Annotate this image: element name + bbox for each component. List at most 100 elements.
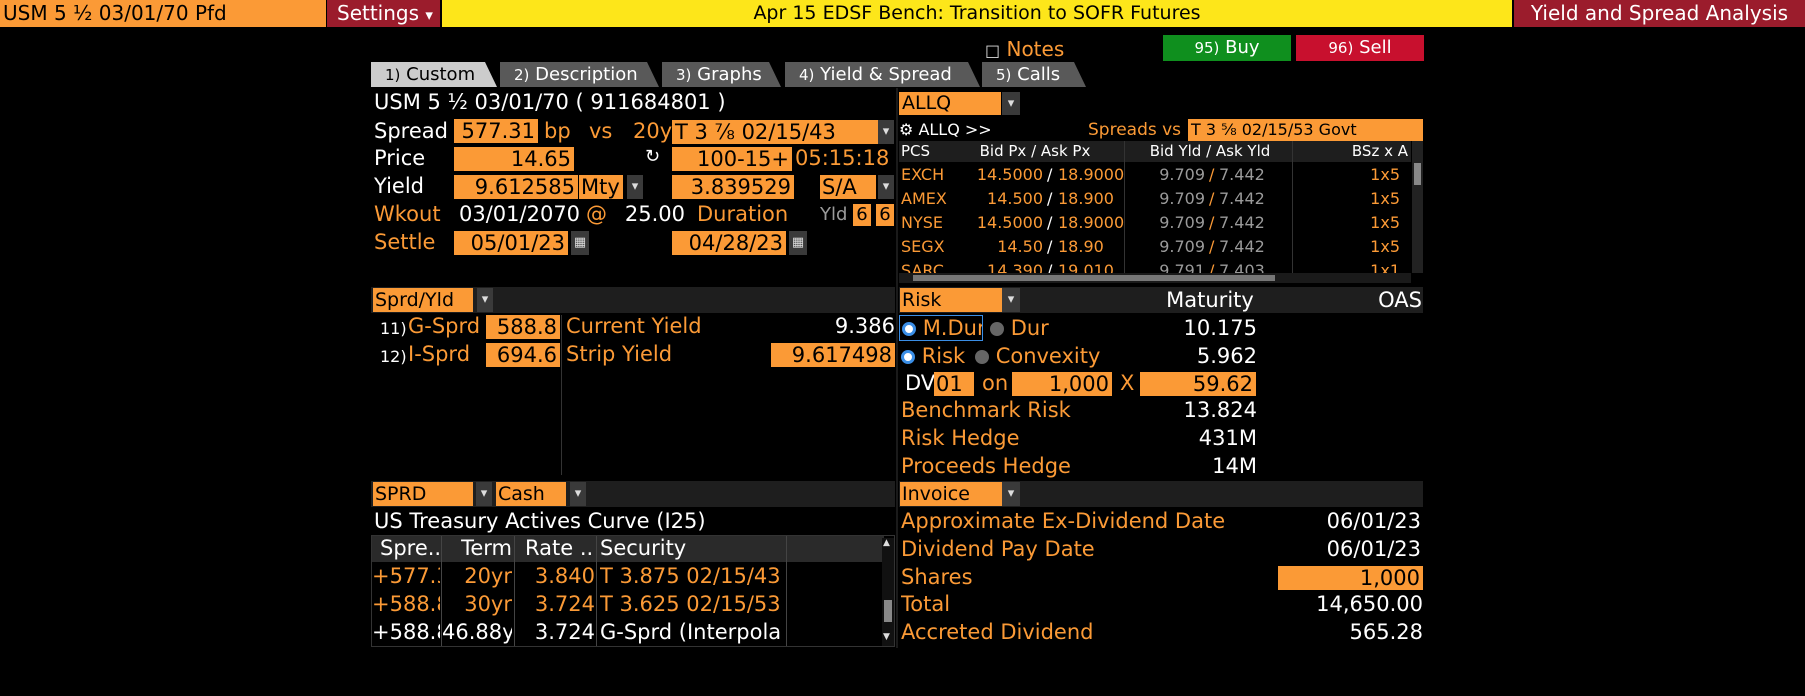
bench-yield-field[interactable]: 3.839529	[672, 175, 794, 199]
bench-price-field[interactable]: 100-15+	[672, 147, 792, 171]
scroll-up-icon[interactable]: ▲	[883, 538, 893, 550]
scroll-thumb[interactable]	[1414, 163, 1421, 185]
curve-col-spread[interactable]: Spre...	[380, 536, 442, 562]
tab-description[interactable]: 2) Description	[500, 62, 659, 87]
buy-button[interactable]: 95) Buy	[1163, 35, 1291, 61]
curve-col-security[interactable]: Security	[600, 536, 780, 562]
price-field[interactable]: 14.65	[454, 147, 574, 171]
yield-type-field[interactable]: Mty	[579, 175, 623, 199]
calendar-icon[interactable]: ▦	[571, 231, 589, 255]
i-sprd-field[interactable]: 694.6	[486, 343, 560, 367]
tab-calls[interactable]: 5) Calls	[982, 62, 1086, 87]
sprd-yld-dropdown[interactable]: ▾	[477, 288, 493, 312]
curve-rate: 3.724	[534, 620, 595, 644]
dur-radio[interactable]: Dur	[990, 316, 1080, 342]
yield-field[interactable]: 9.612585	[454, 175, 578, 199]
yld-a-field[interactable]: 6	[853, 204, 871, 226]
risk-dropdown-field[interactable]: Risk	[900, 288, 1002, 312]
scroll-down-icon[interactable]: ▼	[883, 632, 893, 644]
curve-col-term[interactable]: Term	[450, 536, 512, 562]
tab-yield-spread-label: Yield & Spread	[820, 64, 952, 85]
freq-dropdown[interactable]: ▾	[878, 175, 894, 199]
settings-menu[interactable]: Settings ▾	[327, 0, 440, 27]
quotes-vscrollbar[interactable]	[1412, 141, 1423, 273]
curve-vscrollbar[interactable]: ▲ ▼	[882, 538, 894, 646]
table-row[interactable]: +577.3 20yr 3.840 T 3.875 02/15/43	[372, 564, 784, 590]
security-field[interactable]: USM 5 ½ 03/01/70 Pfd	[0, 0, 326, 27]
dur-label: Dur	[1010, 316, 1049, 340]
strip-yield-field[interactable]: 9.617498	[771, 343, 895, 367]
quotes-col-pcs[interactable]: PCS	[901, 141, 951, 162]
tab-yield-spread[interactable]: 4) Yield & Spread	[785, 62, 980, 87]
security-title: USM 5 ½ 03/01/70 ( 911684801 )	[374, 90, 726, 114]
scroll-thumb[interactable]	[884, 600, 892, 622]
risk-radio[interactable]: Risk	[900, 344, 980, 370]
news-ticker[interactable]: Apr 15 EDSF Bench: Transition to SOFR Fu…	[442, 0, 1512, 27]
maturity-header[interactable]: Maturity	[1130, 288, 1290, 313]
quote-row[interactable]: NYSE 14.5000 / 18.9000 9.709 / 7.442 1x5	[899, 211, 1411, 235]
sprd-dropdown[interactable]: ▾	[476, 482, 492, 506]
radio-selected-icon	[901, 350, 915, 364]
convexity-radio[interactable]: Convexity	[975, 344, 1105, 370]
radio-selected-icon	[902, 322, 916, 336]
chevron-down-icon: ▾	[1007, 486, 1015, 501]
source-dropdown-field[interactable]: ALLQ	[899, 92, 1001, 115]
freq-field[interactable]: S/A	[820, 175, 876, 199]
wkout-at: @	[586, 202, 606, 226]
allq-link[interactable]: ⚙ ALLQ >>	[899, 119, 1009, 141]
quotes-col-size[interactable]: BSz x A	[1330, 141, 1408, 162]
quote-row[interactable]: SARC 14.390 / 19.010 9.791 / 7.403 1x1	[899, 259, 1411, 273]
spread-field[interactable]: 577.31	[454, 119, 538, 143]
quote-bid-yld: 9.709	[1159, 237, 1205, 256]
quote-row[interactable]: AMEX 14.500 / 18.900 9.709 / 7.442 1x5	[899, 187, 1411, 211]
total-value: 14,650.00	[1316, 592, 1423, 616]
yield-type-dropdown[interactable]: ▾	[627, 175, 643, 199]
tab-graphs-num: 3)	[676, 66, 692, 84]
bench-settle-field[interactable]: 04/28/23	[672, 231, 786, 255]
on-field[interactable]: 1,000	[1012, 372, 1112, 396]
scroll-thumb[interactable]	[913, 275, 1275, 281]
invoice-dropdown-field[interactable]: Invoice	[900, 482, 1002, 506]
curve-col-rate[interactable]: Rate ...	[525, 536, 595, 562]
mdur-radio[interactable]: M.Dur	[899, 315, 983, 341]
tab-graphs[interactable]: 3) Graphs	[662, 62, 781, 87]
benchmark-dropdown[interactable]: ▾	[878, 120, 894, 144]
spreads-vs-field[interactable]: T 3 ⅝ 02/15/53 Govt	[1188, 119, 1423, 141]
table-row[interactable]: +588.8 30yr 3.724 T 3.625 02/15/53	[372, 592, 784, 618]
table-row[interactable]: +588.8 46.88y 3.724 G-Sprd (Interpola	[372, 620, 784, 646]
sprd-yld-dropdown-field[interactable]: Sprd/Yld	[373, 288, 473, 312]
accreted-value: 565.28	[1349, 620, 1423, 644]
cash-dropdown[interactable]: ▾	[570, 482, 586, 506]
refresh-icon[interactable]: ↻	[645, 146, 667, 172]
wkout-date: 03/01/2070	[459, 202, 581, 226]
calendar-icon[interactable]: ▦	[789, 231, 807, 255]
benchmark-field[interactable]: T 3 ⅞ 02/15/43	[672, 120, 878, 144]
source-dropdown[interactable]: ▾	[1002, 92, 1020, 115]
risk-dropdown[interactable]: ▾	[1002, 288, 1020, 312]
bench-time: 05:15:18	[795, 146, 890, 170]
yld-b-field[interactable]: 6	[876, 204, 894, 226]
settle-field[interactable]: 05/01/23	[454, 231, 568, 255]
dur-value: 10.175	[1183, 316, 1257, 340]
cash-dropdown-field[interactable]: Cash	[496, 482, 566, 506]
quote-row[interactable]: EXCH 14.5000 / 18.9000 9.709 / 7.442 1x5	[899, 163, 1411, 187]
g-sprd-num: 11)	[380, 319, 407, 338]
quote-sep: /	[1047, 213, 1053, 232]
exdiv-label: Approximate Ex-Dividend Date	[901, 509, 1226, 533]
shares-field[interactable]: 1,000	[1278, 566, 1423, 590]
quote-size: 1x5	[1370, 165, 1400, 184]
sell-button[interactable]: 96) Sell	[1296, 35, 1424, 61]
g-sprd-field[interactable]: 588.8	[486, 315, 560, 339]
dv-field[interactable]: 01	[934, 372, 974, 396]
oas-header[interactable]: OAS	[1330, 288, 1422, 313]
tab-custom[interactable]: 1) Custom	[371, 62, 497, 87]
notes-button[interactable]: □ Notes	[985, 36, 1085, 62]
invoice-dropdown[interactable]: ▾	[1002, 482, 1020, 506]
g-sprd-label: G-Sprd	[408, 314, 481, 338]
dv-result-field[interactable]: 59.62	[1140, 372, 1256, 396]
quotes-col-px[interactable]: Bid Px / Ask Px	[960, 141, 1110, 162]
quotes-col-yld[interactable]: Bid Yld / Ask Yld	[1130, 141, 1290, 162]
quotes-hscrollbar[interactable]	[899, 273, 1411, 283]
quote-row[interactable]: SEGX 14.50 / 18.90 9.709 / 7.442 1x5	[899, 235, 1411, 259]
sprd-dropdown-field[interactable]: SPRD	[373, 482, 473, 506]
